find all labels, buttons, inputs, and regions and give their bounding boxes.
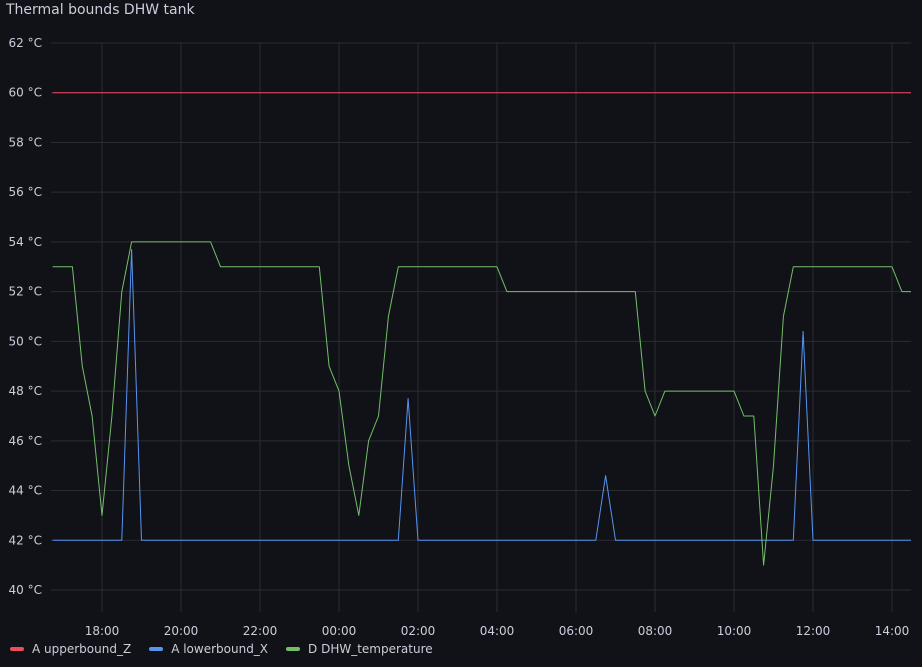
x-tick-label: 08:00 bbox=[638, 624, 673, 638]
legend-swatch bbox=[286, 647, 301, 651]
chart-panel: Thermal bounds DHW tank 62 °C 60 °C 58 °C 5… bbox=[0, 0, 922, 667]
x-tick-label: 20:00 bbox=[164, 624, 199, 638]
x-tick-label: 00:00 bbox=[322, 624, 357, 638]
line-chart: 62 °C 60 °C 58 °C 56 °C 54 °C 52 °C 50 °C 48 °C… bbox=[9, 36, 911, 638]
x-tick-label: 04:00 bbox=[480, 624, 515, 638]
y-tick-label: 50 °C bbox=[9, 334, 42, 348]
y-tick-label: 54 °C bbox=[9, 235, 42, 249]
y-tick-label: 44 °C bbox=[9, 484, 42, 498]
y-tick-label: 42 °C bbox=[9, 533, 42, 547]
x-tick-label: 14:00 bbox=[875, 624, 910, 638]
x-tick-label: 10:00 bbox=[717, 624, 752, 638]
x-axis: 18:00 20:00 22:00 00:00 02:00 04:00 06:00 08:00… bbox=[85, 624, 910, 638]
y-tick-label: 60 °C bbox=[9, 86, 42, 100]
legend-item[interactable]: A upperbound_Z bbox=[10, 642, 131, 656]
legend-item[interactable]: A lowerbound_X bbox=[149, 642, 268, 656]
legend: A upperbound_Z A lowerbound_X D DHW_temper… bbox=[10, 642, 433, 656]
legend-label: A lowerbound_X bbox=[171, 642, 269, 656]
y-tick-label: 52 °C bbox=[9, 285, 42, 299]
y-axis: 62 °C 60 °C 58 °C 56 °C 54 °C 52 °C 50 °C 48 °C… bbox=[9, 36, 42, 597]
x-tick-label: 12:00 bbox=[796, 624, 831, 638]
x-tick-label: 02:00 bbox=[401, 624, 436, 638]
legend-swatch bbox=[149, 647, 164, 651]
y-tick-label: 56 °C bbox=[9, 185, 42, 199]
x-tick-label: 22:00 bbox=[243, 624, 278, 638]
legend-swatch bbox=[10, 647, 24, 651]
y-tick-label: 58 °C bbox=[9, 135, 42, 149]
y-tick-label: 62 °C bbox=[9, 36, 42, 50]
y-tick-label: 46 °C bbox=[9, 434, 42, 448]
x-tick-label: 06:00 bbox=[559, 624, 594, 638]
x-tick-label: 18:00 bbox=[85, 624, 120, 638]
legend-label: A upperbound_Z bbox=[32, 642, 132, 656]
y-tick-label: 40 °C bbox=[9, 583, 42, 597]
legend-label: D DHW_temperature bbox=[308, 642, 433, 656]
grid bbox=[51, 42, 911, 612]
y-tick-label: 48 °C bbox=[9, 384, 42, 398]
legend-item[interactable]: D DHW_temperature bbox=[286, 642, 433, 656]
